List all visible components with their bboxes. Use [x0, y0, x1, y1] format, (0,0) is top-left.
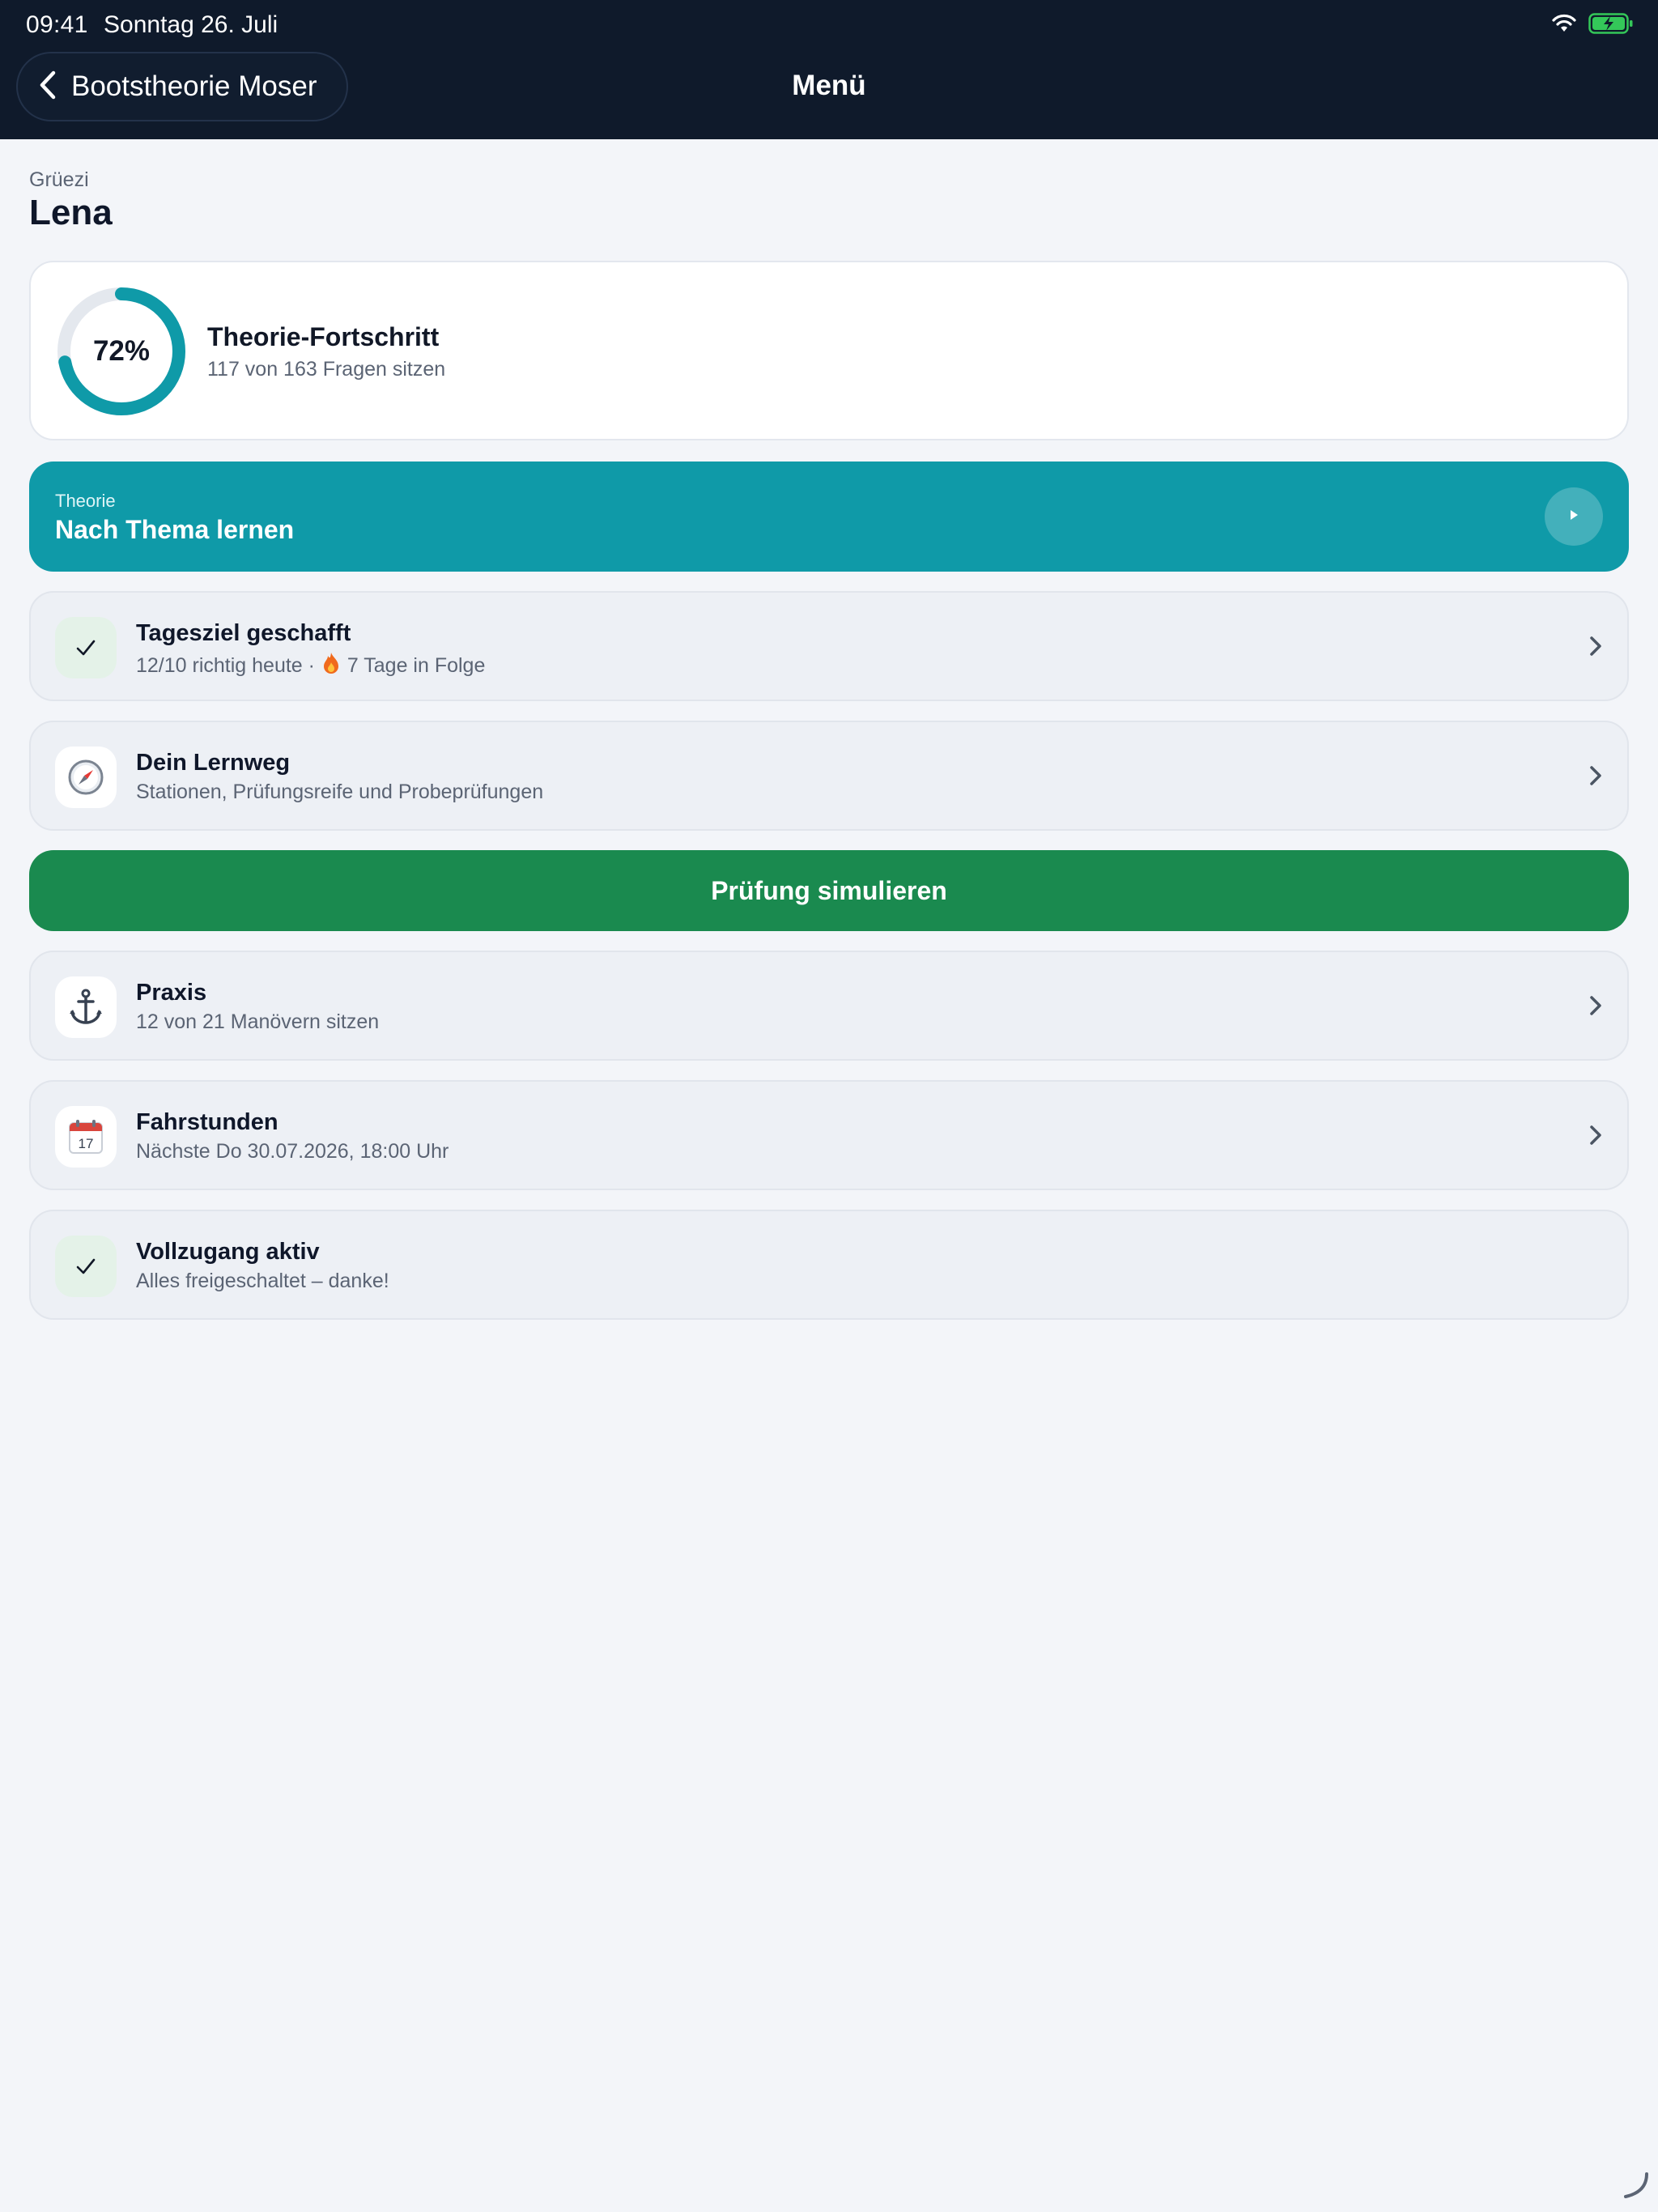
chevron-right-icon: [1588, 633, 1603, 663]
chevron-right-icon: [1588, 993, 1603, 1023]
calendar-day: 17: [79, 1136, 94, 1151]
battery-icon: [1588, 13, 1634, 38]
progress-subtitle: 117 von 163 Fragen sitzen: [207, 358, 446, 381]
full-access-title: Vollzugang aktiv: [136, 1239, 320, 1265]
compass-icon: [55, 747, 117, 808]
daily-goal-title: Tagesziel geschafft: [136, 620, 351, 646]
practice-subtitle: 12 von 21 Manövern sitzen: [136, 1010, 380, 1033]
learning-path-row[interactable]: Dein Lernweg Stationen, Prüfungsreife un…: [29, 721, 1629, 831]
chevron-right-icon: [1588, 1122, 1603, 1152]
greeting-salutation: Grüezi: [29, 168, 89, 191]
wifi-icon: [1551, 14, 1577, 37]
checkmark-icon: [55, 1236, 117, 1297]
page-title: Menü: [792, 70, 866, 101]
calendar-icon: 17: [55, 1106, 117, 1168]
daily-goal-row[interactable]: Tagesziel geschafft 12/10 richtig heute …: [29, 591, 1629, 701]
streak-text: 7 Tage in Folge: [341, 654, 486, 677]
flame-icon: [321, 651, 342, 681]
progress-percent: 72%: [92, 335, 151, 367]
status-icons: [1551, 13, 1634, 38]
theory-progress-card: 72% Theorie-Fortschritt 117 von 163 Frag…: [29, 261, 1629, 440]
anchor-icon: [55, 976, 117, 1038]
resize-handle-icon[interactable]: [1619, 2169, 1652, 2206]
learning-path-subtitle: Stationen, Prüfungsreife und Probeprüfun…: [136, 781, 544, 803]
full-access-row: Vollzugang aktiv Alles freigeschaltet – …: [29, 1210, 1629, 1320]
play-button[interactable]: [1545, 487, 1603, 546]
daily-goal-count: 12/10 richtig heute ·: [136, 654, 321, 677]
checkmark-icon: [55, 617, 117, 678]
theory-eyebrow: Theorie: [55, 491, 116, 511]
learn-by-topic-card[interactable]: Theorie Nach Thema lernen: [29, 462, 1629, 572]
chevron-right-icon: [1588, 763, 1603, 793]
lessons-row[interactable]: 17 Fahrstunden Nächste Do 30.07.2026, 18…: [29, 1080, 1629, 1190]
progress-ring: 72%: [57, 287, 186, 416]
full-access-subtitle: Alles freigeschaltet – danke!: [136, 1270, 389, 1292]
play-icon: [1568, 508, 1579, 525]
daily-goal-subtitle: 12/10 richtig heute · 7 Tage in Folge: [136, 651, 485, 681]
greeting-name: Lena: [29, 193, 113, 232]
practice-row[interactable]: Praxis 12 von 21 Manövern sitzen: [29, 951, 1629, 1061]
simulate-exam-button[interactable]: Prüfung simulieren: [29, 850, 1629, 931]
lessons-title: Fahrstunden: [136, 1109, 278, 1135]
learning-path-title: Dein Lernweg: [136, 750, 291, 776]
theory-title: Nach Thema lernen: [55, 515, 295, 544]
lessons-subtitle: Nächste Do 30.07.2026, 18:00 Uhr: [136, 1140, 449, 1163]
status-time: 09:41: [26, 11, 88, 38]
status-date: Sonntag 26. Juli: [104, 11, 278, 38]
practice-title: Praxis: [136, 980, 207, 1006]
progress-title: Theorie-Fortschritt: [207, 322, 440, 351]
navigation-bar: 09:41 Sonntag 26. Juli Bootstheorie Mose: [0, 0, 1658, 139]
